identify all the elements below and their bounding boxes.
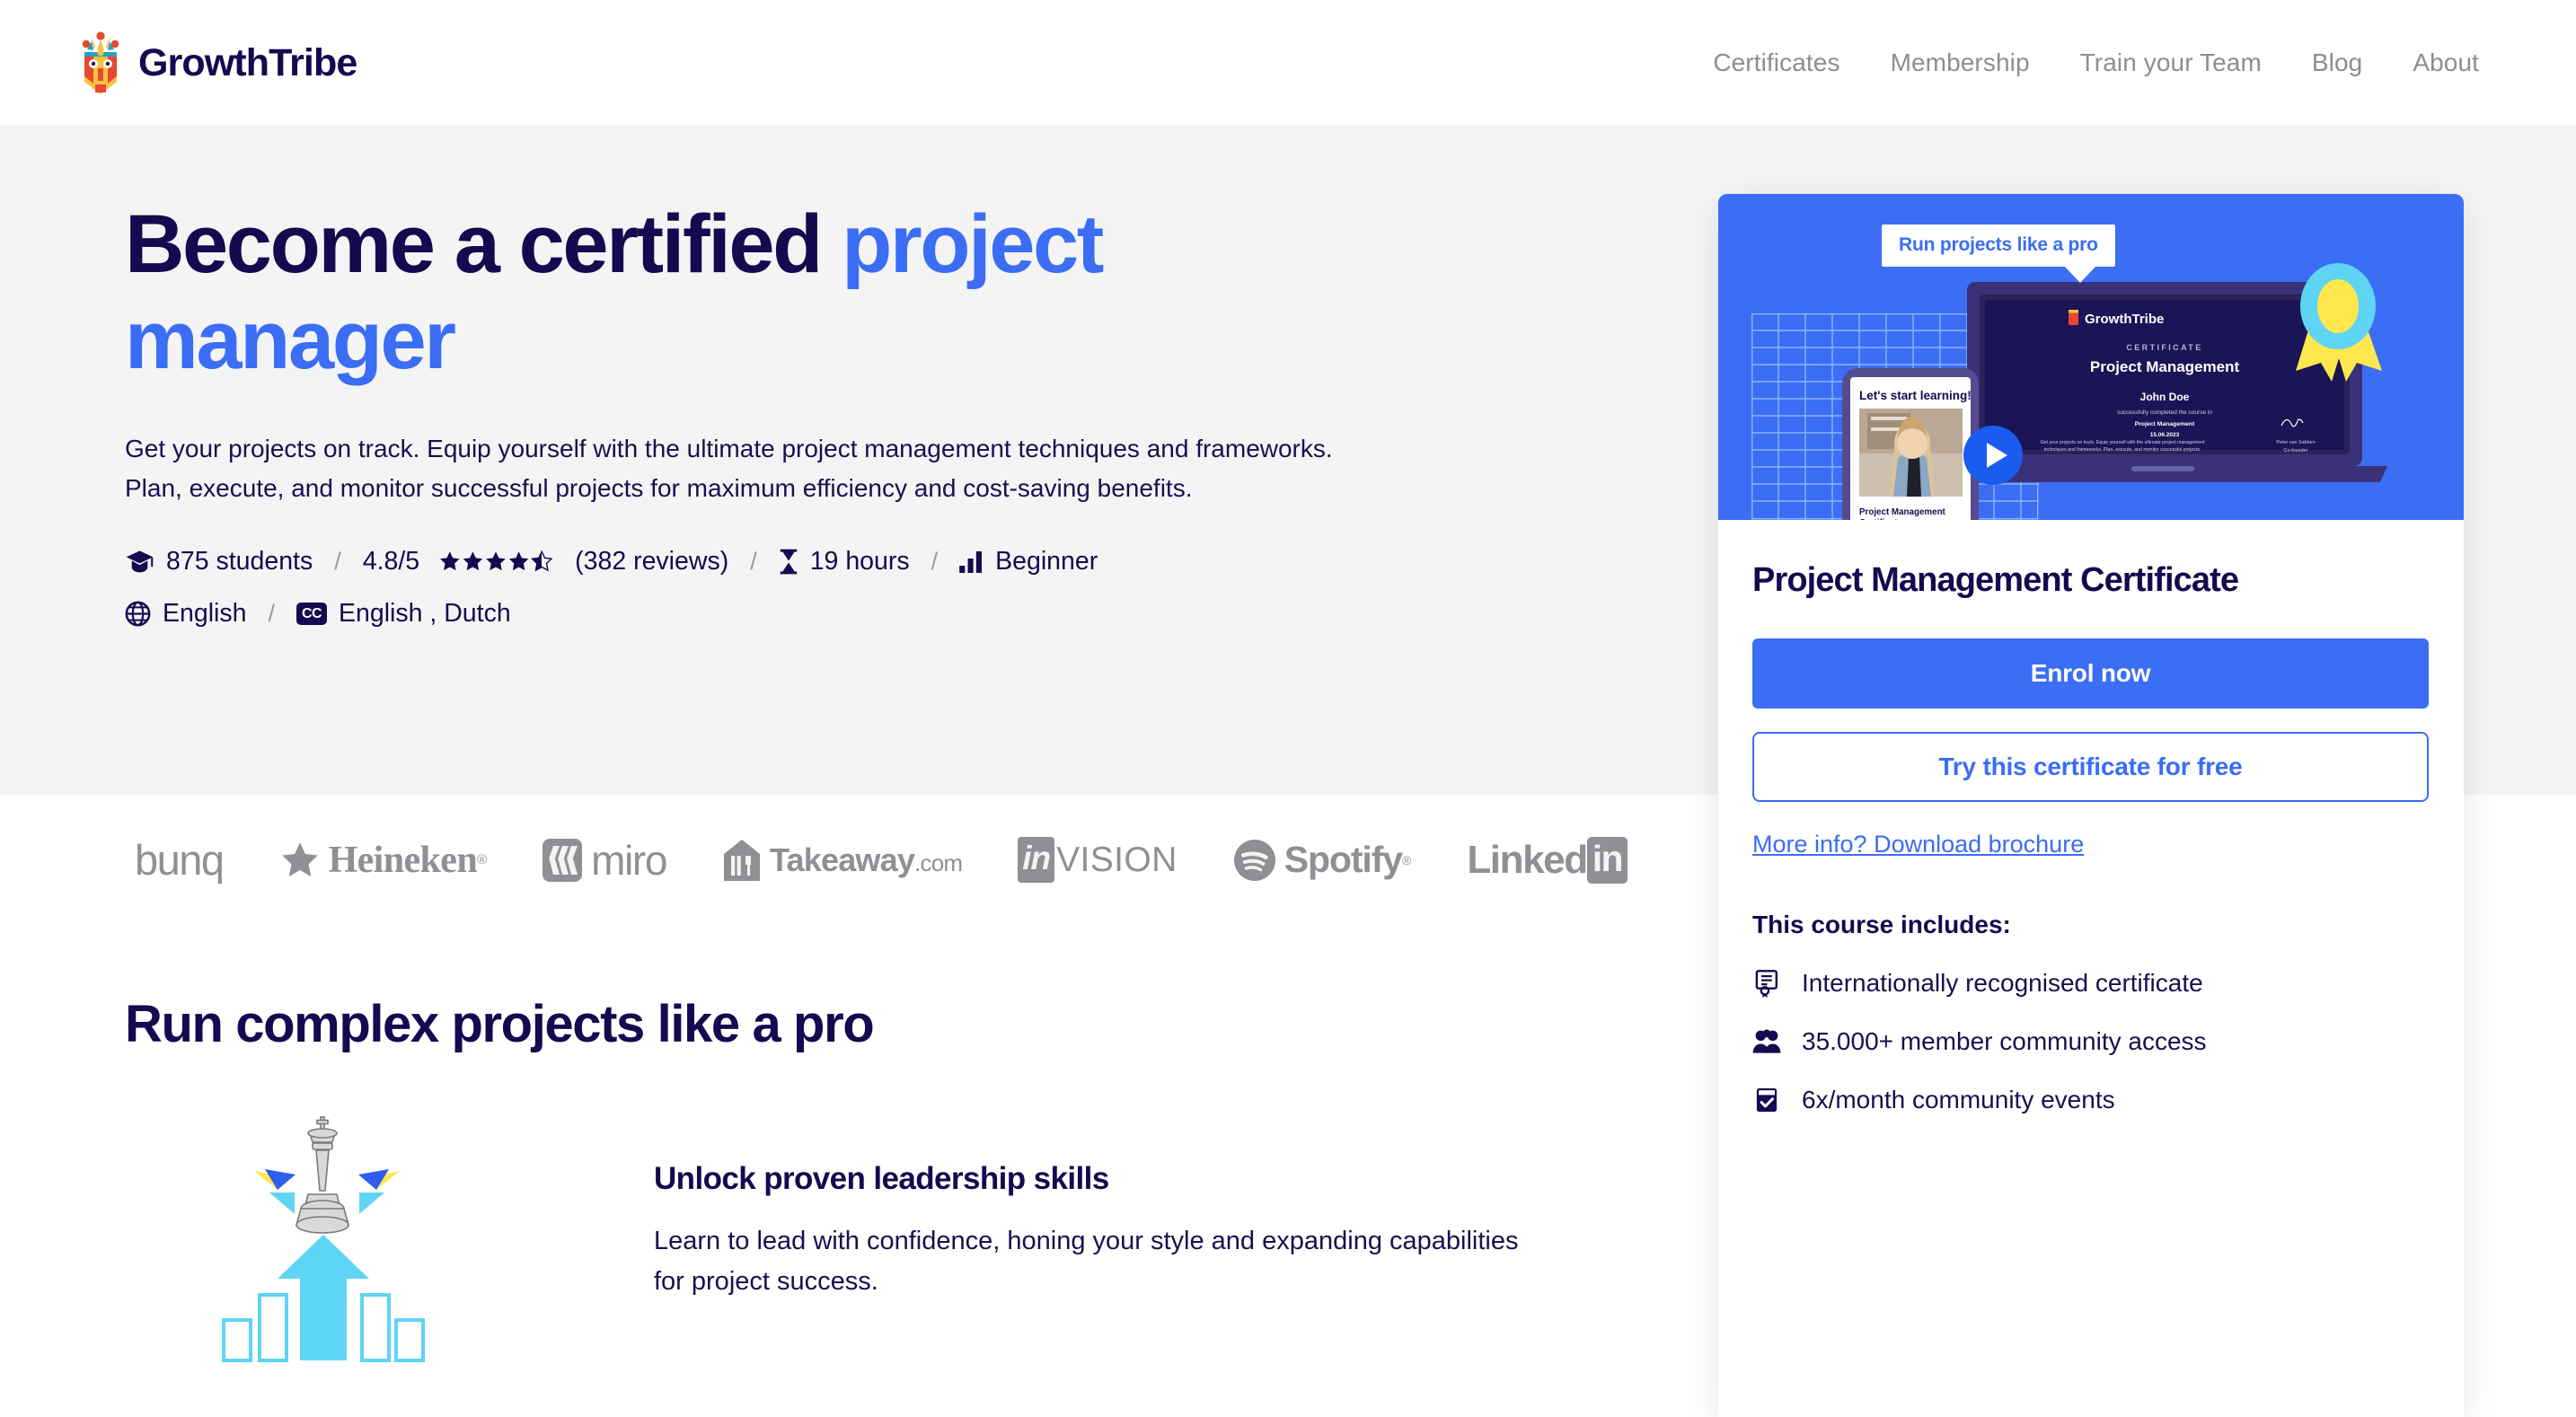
- hero-subtitle-line1: Get your projects on track. Equip yourse…: [125, 435, 1333, 463]
- meta-subtitles: CC English , Dutch: [296, 599, 511, 629]
- card-body: Project Management Certificate Enrol now…: [1718, 520, 2464, 1114]
- meta-students-label: 875 students: [166, 547, 313, 576]
- meta-rating: 4.8/5 (382 reviews): [363, 547, 728, 576]
- hero-content: Become a certified project manager Get y…: [125, 197, 1706, 629]
- nav-item-certificates[interactable]: Certificates: [1688, 48, 1865, 77]
- invision-chip-icon: in: [1018, 837, 1055, 883]
- includes-item-label: 6x/month community events: [1802, 1086, 2115, 1113]
- includes-item-label: Internationally recognised certificate: [1802, 969, 2203, 997]
- meta-duration-label: 19 hours: [809, 547, 910, 576]
- svg-text:CERTIFICATE: CERTIFICATE: [2126, 343, 2202, 352]
- nav-item-membership[interactable]: Membership: [1866, 48, 2055, 77]
- meta-language-label: English: [163, 599, 247, 629]
- enrol-now-button[interactable]: Enrol now: [1752, 638, 2429, 708]
- meta-separator: /: [334, 548, 341, 576]
- feature-text-block: Unlock proven leadership skills Learn to…: [654, 1161, 1570, 1302]
- hero-title-plain: Become a certified: [125, 198, 842, 290]
- brand-name: GrowthTribe: [138, 40, 357, 84]
- svg-text:Peter van Sabben: Peter van Sabben: [2276, 440, 2315, 445]
- meta-rating-value: 4.8/5: [362, 547, 420, 576]
- course-meta-row-secondary: English / CC English , Dutch: [125, 599, 1706, 629]
- hourglass-icon: [779, 549, 798, 575]
- site-header: GrowthTribe Certificates Membership Trai…: [0, 0, 2576, 125]
- meta-separator-3: /: [931, 548, 939, 576]
- course-enrolment-card: GrowthTribe CERTIFICATE Project Manageme…: [1718, 194, 2464, 1417]
- svg-text:Project Management: Project Management: [1859, 507, 1946, 517]
- rating-stars-icon: [438, 550, 553, 574]
- meta-level-label: Beginner: [995, 547, 1098, 576]
- svg-text:Let's start learning!: Let's start learning!: [1859, 389, 1972, 402]
- logo-bunq: bunq: [135, 836, 225, 884]
- linkedin-chip-icon: in: [1586, 836, 1628, 884]
- card-hero-illustration: GrowthTribe CERTIFICATE Project Manageme…: [1718, 194, 2464, 520]
- tooltip-run-projects: Run projects like a pro: [1882, 224, 2115, 283]
- hero-subtitle: Get your projects on track. Equip yourse…: [125, 429, 1706, 507]
- meta-separator-4: /: [268, 600, 275, 628]
- play-button-icon[interactable]: [1963, 426, 2023, 485]
- graduation-cap-icon: [125, 550, 154, 574]
- takeaway-house-icon: [722, 839, 762, 881]
- includes-item-label: 35.000+ member community access: [1802, 1027, 2207, 1055]
- star-icon: [279, 841, 321, 880]
- includes-item-certificate: Internationally recognised certificate: [1752, 969, 2430, 998]
- nav-item-train-your-team[interactable]: Train your Team: [2055, 48, 2287, 77]
- meta-duration: 19 hours: [779, 547, 910, 576]
- bar-level-icon: [959, 550, 984, 573]
- svg-text:15.06.2023: 15.06.2023: [2150, 432, 2180, 438]
- meta-level: Beginner: [959, 547, 1098, 576]
- svg-text:Project Management: Project Management: [2135, 421, 2195, 427]
- section-title-run-complex-projects: Run complex projects like a pro: [125, 995, 875, 1053]
- people-group-icon: [1752, 1029, 1781, 1054]
- logo-takeaway: Takeaway.com: [722, 839, 963, 881]
- logo-spotify: Spotify ®: [1233, 839, 1411, 882]
- client-logo-strip: bunq Heineken ® miro Takeaway.com in VIS…: [135, 835, 1683, 885]
- brand-logo[interactable]: GrowthTribe: [75, 31, 357, 95]
- svg-text:GrowthTribe: GrowthTribe: [2085, 312, 2164, 327]
- svg-text:John Doe: John Doe: [2140, 391, 2190, 403]
- includes-item-community: 35.000+ member community access: [1752, 1027, 2430, 1056]
- meta-subtitles-label: English , Dutch: [339, 599, 511, 629]
- hero-subtitle-line2: Plan, execute, and monitor successful pr…: [125, 473, 1193, 502]
- spotify-mark-icon: [1233, 839, 1276, 882]
- meta-language: English: [125, 599, 246, 629]
- feature-heading: Unlock proven leadership skills: [654, 1161, 1109, 1196]
- logo-miro: miro: [543, 836, 667, 885]
- svg-text:Project Management: Project Management: [2090, 358, 2240, 375]
- award-ribbon-icon: [2285, 261, 2393, 392]
- meta-students: 875 students: [125, 547, 313, 576]
- feature-body: Learn to lead with confidence, honing yo…: [654, 1227, 1519, 1296]
- meta-reviews-count: (382 reviews): [575, 547, 729, 576]
- svg-text:Certificate: Certificate: [1859, 518, 1902, 520]
- globe-icon: [125, 601, 151, 627]
- closed-caption-icon: CC: [296, 603, 327, 626]
- main-navigation: Certificates Membership Train your Team …: [1688, 0, 2504, 125]
- logo-linkedin: Linked in: [1467, 836, 1628, 884]
- svg-text:Co-founder: Co-founder: [2284, 448, 2308, 453]
- logo-invision: in VISION: [1018, 837, 1178, 883]
- course-meta-row-primary: 875 students / 4.8/5 (382 reviews) / 19 …: [125, 547, 1706, 576]
- card-title: Project Management Certificate: [1752, 561, 2239, 599]
- course-includes-title: This course includes:: [1752, 911, 2011, 938]
- logo-heineken: Heineken ®: [279, 839, 487, 882]
- calendar-check-icon: [1752, 1087, 1781, 1113]
- meta-separator-2: /: [750, 548, 757, 576]
- chess-king-growth-chart-illustration: [193, 1115, 463, 1412]
- includes-item-events: 6x/month community events: [1752, 1086, 2430, 1114]
- svg-text:techniques and frameworks. Pla: techniques and frameworks. Plan, execute…: [2044, 447, 2201, 453]
- nav-item-about[interactable]: About: [2387, 48, 2504, 77]
- svg-text:successfully completed the cou: successfully completed the course in: [2117, 409, 2212, 416]
- nav-item-blog[interactable]: Blog: [2287, 48, 2387, 77]
- svg-text:Get your projects on track. Eq: Get your projects on track. Equip yourse…: [2041, 440, 2205, 445]
- try-certificate-free-button[interactable]: Try this certificate for free: [1752, 732, 2429, 802]
- certificate-icon: [1752, 969, 1781, 998]
- growthtribe-mask-logo-icon: [75, 31, 126, 95]
- miro-mark-icon: [543, 838, 583, 882]
- download-brochure-link[interactable]: More info? Download brochure: [1752, 831, 2084, 858]
- page-title: Become a certified project manager: [125, 197, 1427, 388]
